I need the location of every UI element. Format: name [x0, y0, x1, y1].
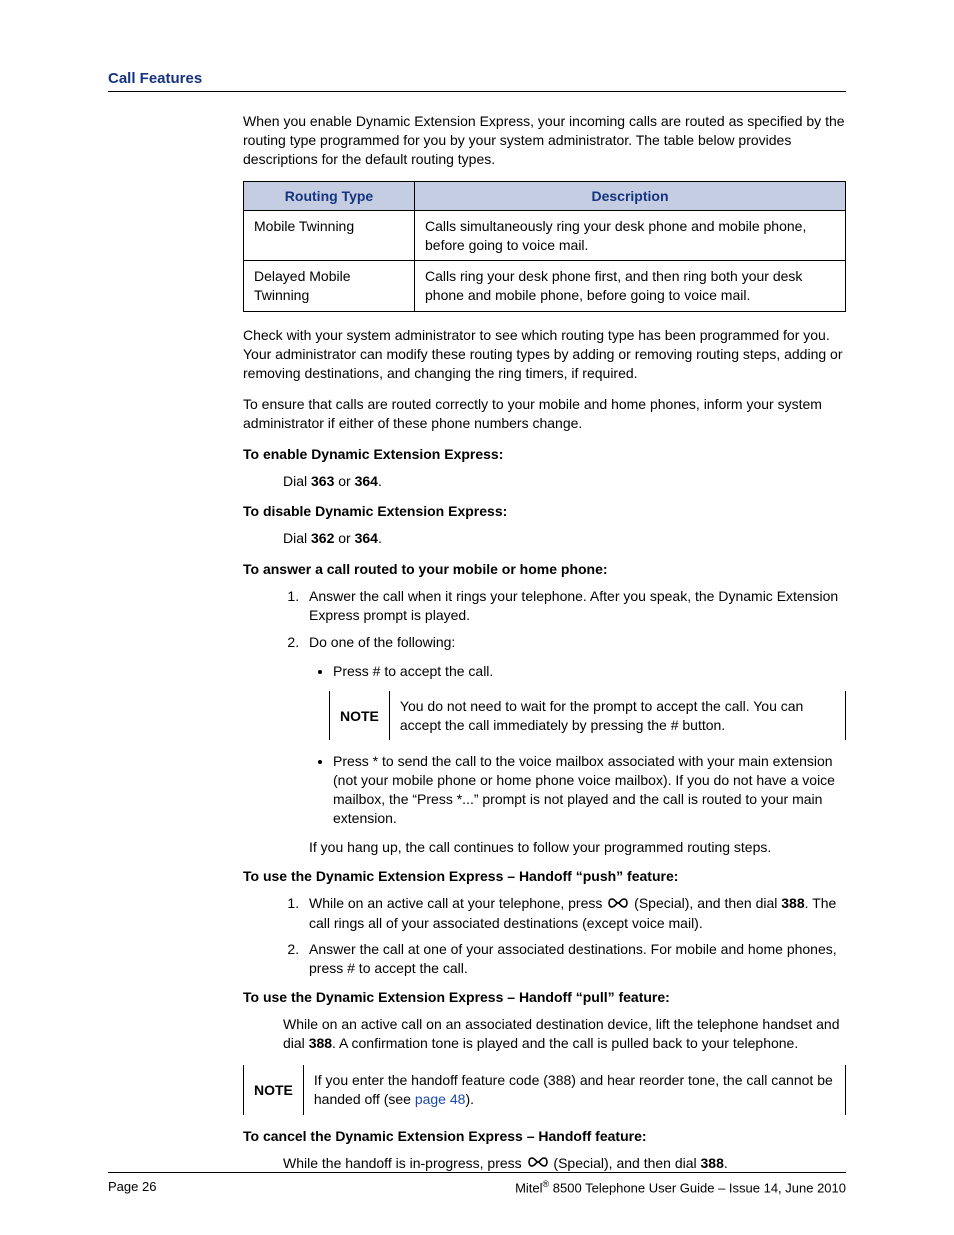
note-text: You do not need to wait for the prompt t…	[390, 691, 845, 741]
code: 363	[311, 473, 334, 489]
note-label: NOTE	[330, 691, 390, 741]
table-row: Delayed Mobile Twinning Calls ring your …	[244, 261, 846, 312]
header-rule	[108, 91, 846, 92]
answer-steps: Answer the call when it rings your telep…	[243, 587, 846, 652]
page-link[interactable]: page 48	[415, 1091, 466, 1107]
text: Dial	[283, 473, 311, 489]
code: 388	[701, 1155, 724, 1171]
note-box: NOTE If you enter the handoff feature co…	[243, 1065, 846, 1115]
hangup-text: If you hang up, the call continues to fo…	[309, 838, 846, 857]
doc-title: 8500 Telephone User Guide – Issue 14, Ju…	[549, 1180, 846, 1195]
text: or	[334, 530, 354, 546]
enable-instruction: Dial 363 or 364.	[283, 472, 846, 491]
push-steps: While on an active call at your telephon…	[243, 894, 846, 978]
pull-heading: To use the Dynamic Extension Express – H…	[243, 988, 846, 1007]
list-item: While on an active call at your telephon…	[303, 894, 846, 933]
text: .	[378, 530, 382, 546]
pull-instruction: While on an active call on an associated…	[283, 1015, 846, 1053]
text: (Special), and then dial	[553, 1155, 700, 1171]
col-header-type: Routing Type	[244, 181, 415, 210]
text: Dial	[283, 530, 311, 546]
answer-bullets-2: Press * to send the call to the voice ma…	[243, 752, 846, 828]
note-text: If you enter the handoff feature code (3…	[304, 1065, 845, 1115]
section-header: Call Features	[108, 70, 846, 87]
main-content: When you enable Dynamic Extension Expres…	[243, 112, 846, 1173]
list-item: Do one of the following:	[303, 633, 846, 652]
text: Do one of the following:	[309, 634, 455, 650]
text: While on an active call at your telephon…	[309, 895, 606, 911]
intro-paragraph: When you enable Dynamic Extension Expres…	[243, 112, 846, 169]
list-item: Answer the call when it rings your telep…	[303, 587, 846, 625]
text: . A confirmation tone is played and the …	[332, 1035, 798, 1051]
brand: Mitel	[515, 1180, 542, 1195]
list-item: Press * to send the call to the voice ma…	[333, 752, 846, 828]
text: or	[334, 473, 354, 489]
cell-desc: Calls ring your desk phone first, and th…	[415, 261, 846, 312]
table-header-row: Routing Type Description	[244, 181, 846, 210]
enable-heading: To enable Dynamic Extension Express:	[243, 445, 846, 464]
answer-bullets: Press # to accept the call.	[243, 662, 846, 681]
push-heading: To use the Dynamic Extension Express – H…	[243, 867, 846, 886]
cell-type: Mobile Twinning	[244, 210, 415, 261]
cancel-instruction: While the handoff is in-progress, press …	[283, 1154, 846, 1174]
cancel-heading: To cancel the Dynamic Extension Express …	[243, 1127, 846, 1146]
document-page: Call Features When you enable Dynamic Ex…	[0, 0, 954, 1235]
code: 364	[355, 473, 378, 489]
text: .	[724, 1155, 728, 1171]
footer-right: Mitel® 8500 Telephone User Guide – Issue…	[515, 1179, 846, 1195]
page-number: Page 26	[108, 1179, 156, 1195]
cell-desc: Calls simultaneously ring your desk phon…	[415, 210, 846, 261]
text: If you enter the handoff feature code (3…	[314, 1072, 833, 1107]
note-box: NOTE You do not need to wait for the pro…	[329, 691, 846, 741]
list-item: Answer the call at one of your associate…	[303, 940, 846, 978]
check-paragraph: Check with your system administrator to …	[243, 326, 846, 383]
text: While the handoff is in-progress, press	[283, 1155, 526, 1171]
list-item: Press # to accept the call.	[333, 662, 846, 681]
cell-type: Delayed Mobile Twinning	[244, 261, 415, 312]
disable-heading: To disable Dynamic Extension Express:	[243, 502, 846, 521]
ensure-paragraph: To ensure that calls are routed correctl…	[243, 395, 846, 433]
text: (Special), and then dial	[634, 895, 781, 911]
code: 362	[311, 530, 334, 546]
note-label: NOTE	[244, 1065, 304, 1115]
answer-heading: To answer a call routed to your mobile o…	[243, 560, 846, 579]
code: 388	[781, 895, 804, 911]
routing-table: Routing Type Description Mobile Twinning…	[243, 181, 846, 313]
text: .	[378, 473, 382, 489]
infinity-icon	[606, 895, 630, 914]
code: 364	[355, 530, 378, 546]
page-footer: Page 26 Mitel® 8500 Telephone User Guide…	[108, 1172, 846, 1195]
col-header-desc: Description	[415, 181, 846, 210]
table-row: Mobile Twinning Calls simultaneously rin…	[244, 210, 846, 261]
text: ).	[465, 1091, 474, 1107]
disable-instruction: Dial 362 or 364.	[283, 529, 846, 548]
infinity-icon	[526, 1154, 550, 1173]
code: 388	[309, 1035, 332, 1051]
